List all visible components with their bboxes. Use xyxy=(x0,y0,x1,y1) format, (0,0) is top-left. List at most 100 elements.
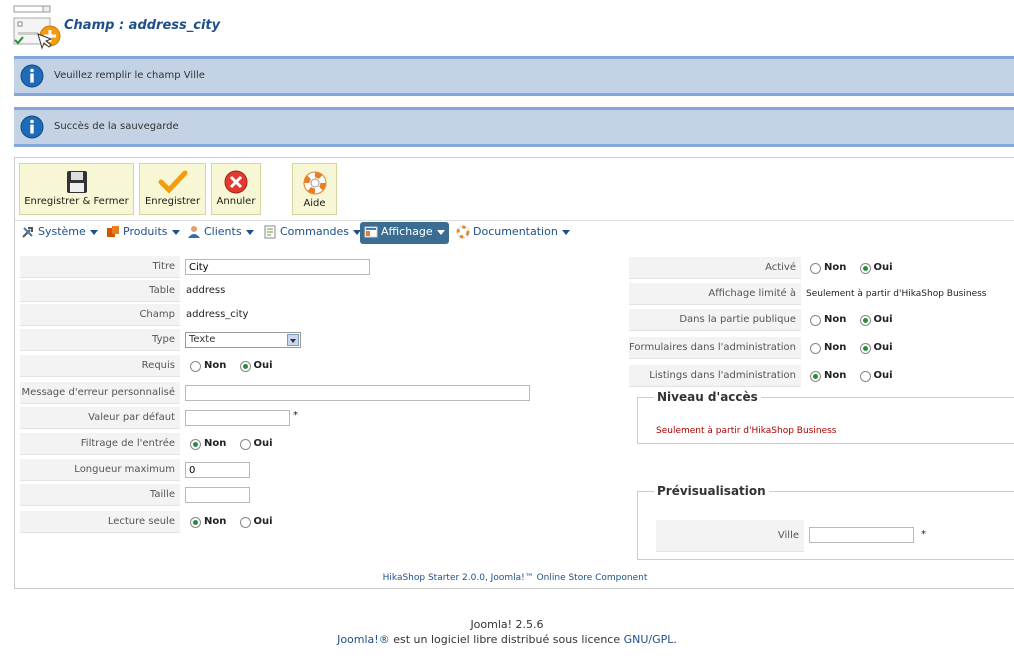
caret-down-icon xyxy=(89,229,98,235)
field-label: Lecture seule xyxy=(20,511,180,533)
requis-radios: Non Oui xyxy=(190,355,283,377)
type-select[interactable]: Texte xyxy=(185,332,301,348)
field-label: Affichage limité à xyxy=(629,283,801,305)
radio-label: Oui xyxy=(873,314,893,325)
radio-label: Non xyxy=(824,262,847,273)
info-message-saved: Succès de la sauvegarde xyxy=(14,107,1014,147)
requis-yes-radio[interactable] xyxy=(239,360,251,372)
field-label: Type xyxy=(20,329,180,351)
preview-legend: Prévisualisation xyxy=(657,484,766,498)
menu-label: Produits xyxy=(123,225,168,238)
radio-label: Oui xyxy=(253,516,273,527)
row-readonly: Lecture seule Non Oui xyxy=(20,511,620,533)
page-header: Champ : address_city xyxy=(12,4,612,52)
menu-item-produits[interactable]: Produits xyxy=(106,222,180,244)
menu-item-documentation[interactable]: Documentation xyxy=(456,222,570,244)
champ-value: address_city xyxy=(186,309,249,320)
filter-yes-radio[interactable] xyxy=(239,438,251,450)
admin-lists-radios: Non Oui xyxy=(810,365,903,387)
preview-fieldset: Prévisualisation Ville * xyxy=(637,484,1014,560)
filter-no-radio[interactable] xyxy=(190,438,201,450)
radio-label: Oui xyxy=(253,438,273,449)
cancel-button[interactable]: Annuler xyxy=(211,163,261,215)
field-label: Activé xyxy=(629,257,801,279)
menu-item-systeme[interactable]: Système xyxy=(21,222,98,244)
cancel-label: Annuler xyxy=(216,196,256,207)
radio-label: Non xyxy=(824,370,847,381)
products-icon xyxy=(107,226,119,237)
row-preview-ville: Ville * xyxy=(656,520,1014,552)
error-message-input[interactable] xyxy=(185,385,530,401)
display-icon xyxy=(364,226,378,238)
component-footer[interactable]: HikaShop Starter 2.0.0, Joomla!™ Online … xyxy=(15,573,1014,583)
menu-label: Clients xyxy=(204,225,242,238)
field-label: Filtrage de l'entrée xyxy=(20,433,180,455)
license-period: . xyxy=(673,633,677,646)
admin-lists-yes-radio[interactable] xyxy=(859,370,871,382)
select-arrow-icon[interactable] xyxy=(287,334,299,346)
limited-value: Seulement à partir d'HikaShop Business xyxy=(806,289,987,299)
field-label: Table xyxy=(20,280,180,302)
default-value-input[interactable] xyxy=(185,410,290,426)
radio-label: Oui xyxy=(873,262,893,273)
requis-no-radio[interactable] xyxy=(190,360,201,372)
save-close-button[interactable]: Enregistrer & Fermer xyxy=(19,163,134,215)
license-footer: Joomla!® est un logiciel libre distribué… xyxy=(0,633,1014,646)
help-button[interactable]: Aide xyxy=(292,163,337,215)
row-table: Table address xyxy=(20,280,620,302)
menu-label: Système xyxy=(38,225,86,238)
field-label: Taille xyxy=(20,484,180,506)
access-level-legend: Niveau d'accès xyxy=(657,390,758,404)
active-yes-radio[interactable] xyxy=(859,262,871,274)
filter-radios: Non Oui xyxy=(190,433,283,455)
help-label: Aide xyxy=(303,198,326,209)
field-label: Champ xyxy=(20,304,180,326)
ville-input[interactable] xyxy=(809,527,914,543)
orders-icon xyxy=(264,225,276,239)
row-message: Message d'erreur personnalisé xyxy=(20,382,620,404)
admin-forms-yes-radio[interactable] xyxy=(859,342,871,354)
gpl-link[interactable]: GNU/GPL xyxy=(624,633,674,646)
titre-input[interactable] xyxy=(185,259,370,275)
row-admin-forms: Formulaires dans l'administration Non Ou… xyxy=(629,337,1014,359)
admin-forms-no-radio[interactable] xyxy=(810,342,821,354)
admin-lists-no-radio[interactable] xyxy=(810,370,821,382)
menu-item-commandes[interactable]: Commandes xyxy=(263,222,362,244)
active-no-radio[interactable] xyxy=(810,262,821,274)
main-menu: Système Produits Clients Commandes Affic… xyxy=(15,222,1014,244)
info-icon xyxy=(20,64,44,88)
size-input[interactable] xyxy=(185,487,250,503)
field-label: Longueur maximum xyxy=(20,459,180,481)
save-button[interactable]: Enregistrer xyxy=(139,163,206,215)
menu-item-clients[interactable]: Clients xyxy=(187,222,254,244)
readonly-yes-radio[interactable] xyxy=(239,516,251,528)
tools-icon xyxy=(22,227,33,238)
admin-forms-radios: Non Oui xyxy=(810,337,903,359)
row-public: Dans la partie publique Non Oui xyxy=(629,309,1014,331)
public-radios: Non Oui xyxy=(810,309,903,331)
cancel-icon xyxy=(224,170,248,194)
radio-label: Oui xyxy=(873,342,893,353)
public-yes-radio[interactable] xyxy=(859,314,871,326)
field-label: Titre xyxy=(20,256,180,278)
radio-label: Non xyxy=(824,342,847,353)
field-add-icon xyxy=(13,5,61,50)
menu-item-affichage[interactable]: Affichage xyxy=(360,222,449,244)
caret-down-icon xyxy=(171,229,180,235)
lifebuoy-icon xyxy=(303,171,326,195)
save-label: Enregistrer xyxy=(144,196,201,207)
max-length-input[interactable] xyxy=(185,462,250,478)
readonly-no-radio[interactable] xyxy=(190,516,201,528)
access-level-text: Seulement à partir d'HikaShop Business xyxy=(656,426,837,436)
message-text: Succès de la sauvegarde xyxy=(54,121,179,132)
main-panel: Enregistrer & Fermer Enregistrer Annuler… xyxy=(14,157,1014,589)
row-filter: Filtrage de l'entrée Non Oui xyxy=(20,433,620,455)
field-label: Message d'erreur personnalisé xyxy=(20,382,180,404)
row-type: Type Texte xyxy=(20,329,620,351)
row-admin-lists: Listings dans l'administration Non Oui xyxy=(629,365,1014,387)
row-maxlen: Longueur maximum xyxy=(20,459,620,481)
public-no-radio[interactable] xyxy=(810,314,821,326)
menu-label: Affichage xyxy=(381,225,433,238)
joomla-link[interactable]: Joomla!® xyxy=(337,633,390,646)
radio-label: Non xyxy=(824,314,847,325)
